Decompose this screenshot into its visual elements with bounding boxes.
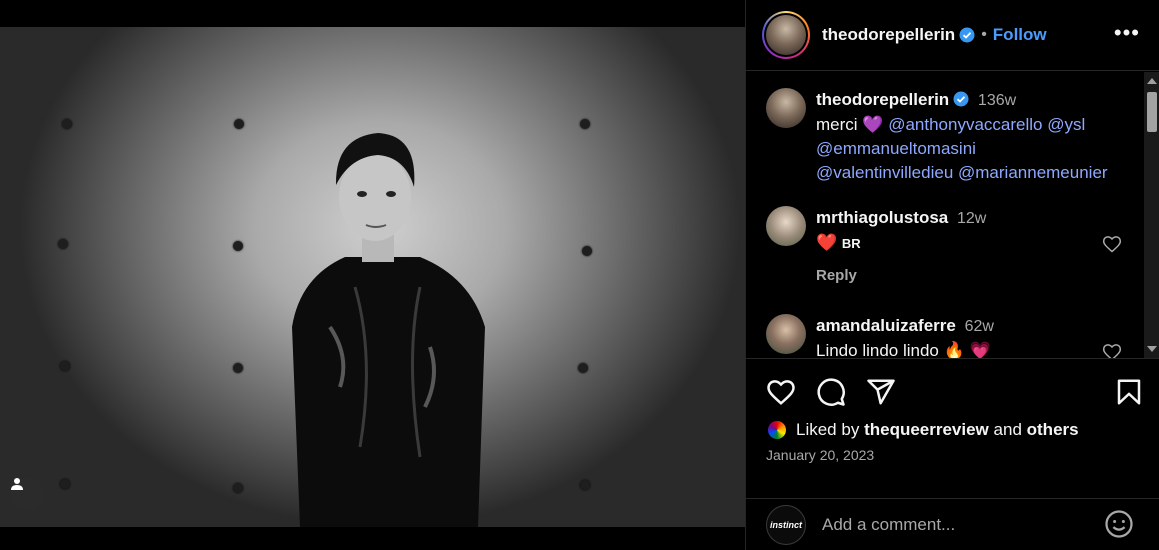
post-date[interactable]: January 20, 2023: [766, 447, 874, 463]
comment-input[interactable]: [822, 514, 1092, 535]
author-username[interactable]: theodorepellerin: [822, 25, 955, 45]
like-comment-heart-icon[interactable]: [1102, 234, 1122, 254]
like-comment-heart-icon[interactable]: [1102, 342, 1122, 358]
comment-text: merci 💜: [816, 115, 884, 134]
comment-time[interactable]: 136w: [978, 92, 1016, 109]
mention-link[interactable]: @anthonyvaccarello: [888, 115, 1042, 134]
scrollbar-thumb[interactable]: [1147, 92, 1157, 132]
likes-middle: and: [993, 420, 1022, 439]
separator-dot: •: [981, 26, 987, 43]
comment-text-suffix: BR: [841, 236, 861, 251]
save-bookmark-icon[interactable]: [1114, 377, 1144, 407]
comment-username[interactable]: amandaluizaferre: [816, 316, 956, 335]
tagged-users-button[interactable]: [10, 477, 44, 511]
like-heart-icon[interactable]: [766, 377, 796, 407]
comments-list[interactable]: theodorepellerin 136w merci 💜 @anthonyva…: [746, 72, 1142, 358]
emoji-picker-icon[interactable]: [1104, 509, 1134, 539]
scroll-up-arrow-icon[interactable]: [1147, 78, 1157, 84]
likes-others-link[interactable]: others: [1027, 420, 1079, 440]
follow-button[interactable]: Follow: [993, 25, 1047, 45]
comment-username[interactable]: theodorepellerin: [816, 90, 949, 109]
likes-summary: Liked by thequeerreview and others: [766, 419, 1079, 441]
verified-badge-icon: [953, 91, 969, 107]
comment-time[interactable]: 62w: [965, 318, 994, 335]
post-actions: Liked by thequeerreview and others Janua…: [746, 358, 1159, 498]
current-user-avatar[interactable]: instinct: [766, 504, 806, 545]
mention-link[interactable]: @mariannemeunier: [958, 163, 1108, 182]
comment-text: Lindo lindo lindo 🔥 💗: [816, 341, 991, 358]
post-header: theodorepellerin • Follow •••: [746, 0, 1159, 71]
commenter-avatar[interactable]: [766, 206, 806, 246]
commenter-avatar[interactable]: [766, 314, 806, 354]
more-options-icon[interactable]: •••: [1114, 22, 1140, 44]
share-paper-plane-icon[interactable]: [866, 377, 896, 407]
user-icon: [11, 478, 23, 490]
person-figure: [292, 133, 485, 527]
comment-username[interactable]: mrthiagolustosa: [816, 208, 948, 227]
mention-link[interactable]: @emmanueltomasini: [816, 139, 976, 158]
post-photo[interactable]: [0, 27, 745, 527]
scroll-down-arrow-icon[interactable]: [1147, 346, 1157, 352]
liker-username[interactable]: thequeerreview: [864, 420, 989, 440]
author-avatar[interactable]: [762, 11, 810, 59]
mention-link[interactable]: @ysl: [1047, 115, 1085, 134]
comment-time[interactable]: 12w: [957, 210, 986, 227]
mention-link[interactable]: @valentinvilledieu: [816, 163, 953, 182]
verified-badge-icon: [959, 27, 975, 43]
add-comment-bar: instinct: [746, 498, 1159, 550]
comment-text: ❤️: [816, 233, 838, 252]
comments-scrollbar[interactable]: [1144, 72, 1159, 358]
post-media: [0, 0, 745, 550]
reply-button[interactable]: Reply: [816, 264, 1116, 288]
commenter-avatar[interactable]: [766, 88, 806, 128]
liker-avatar[interactable]: [766, 419, 788, 441]
likes-prefix: Liked by: [796, 420, 860, 439]
post-panel: theodorepellerin • Follow ••• theodorepe…: [745, 0, 1159, 550]
comment-bubble-icon[interactable]: [816, 377, 846, 407]
